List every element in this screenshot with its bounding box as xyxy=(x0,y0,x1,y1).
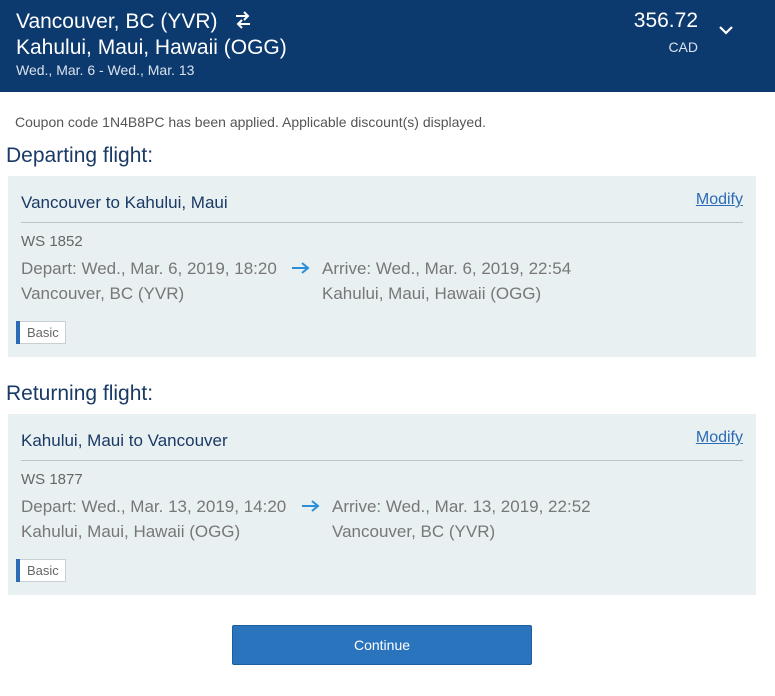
continue-button[interactable]: Continue xyxy=(232,625,532,665)
modify-departing-link[interactable]: Modify xyxy=(696,191,743,209)
fare-type-badge: Basic xyxy=(16,559,66,582)
arrive-time: Arrive: Wed., Mar. 6, 2019, 22:54 xyxy=(322,259,572,278)
flight-number: WS 1877 xyxy=(21,471,83,488)
divider xyxy=(21,460,743,461)
trip-summary-header: Vancouver, BC (YVR) Kahului, Maui, Hawai… xyxy=(0,0,775,92)
returning-section-title: Returning flight: xyxy=(6,382,154,405)
origin-city: Vancouver, BC (YVR) xyxy=(16,10,218,33)
depart-time: Depart: Wed., Mar. 13, 2019, 14:20 xyxy=(21,497,287,516)
price-currency: CAD xyxy=(668,39,698,55)
departing-section-title: Departing flight: xyxy=(6,144,154,167)
arrive-location: Vancouver, BC (YVR) xyxy=(332,522,496,541)
arrow-right-icon xyxy=(292,262,310,274)
arrive-time: Arrive: Wed., Mar. 13, 2019, 22:52 xyxy=(332,497,591,516)
trip-dates: Wed., Mar. 6 - Wed., Mar. 13 xyxy=(16,62,195,78)
swap-arrows-icon xyxy=(236,11,250,29)
arrive-location: Kahului, Maui, Hawaii (OGG) xyxy=(322,284,542,303)
depart-location: Kahului, Maui, Hawaii (OGG) xyxy=(21,522,241,541)
departing-route-title: Vancouver to Kahului, Maui xyxy=(21,193,228,212)
modify-returning-link[interactable]: Modify xyxy=(696,429,743,447)
departing-flight-card: Vancouver to Kahului, Maui Modify WS 185… xyxy=(8,176,756,357)
depart-time: Depart: Wed., Mar. 6, 2019, 18:20 xyxy=(21,259,277,278)
coupon-message: Coupon code 1N4B8PC has been applied. Ap… xyxy=(15,114,486,130)
returning-flight-card: Kahului, Maui to Vancouver Modify WS 187… xyxy=(8,414,756,595)
returning-route-title: Kahului, Maui to Vancouver xyxy=(21,431,228,450)
fare-type-badge: Basic xyxy=(16,321,66,344)
total-price: 356.72 xyxy=(633,9,698,32)
chevron-down-icon[interactable] xyxy=(718,22,734,38)
flight-number: WS 1852 xyxy=(21,233,83,250)
arrow-right-icon xyxy=(302,500,320,512)
depart-location: Vancouver, BC (YVR) xyxy=(21,284,185,303)
divider xyxy=(21,222,743,223)
destination-city: Kahului, Maui, Hawaii (OGG) xyxy=(16,36,287,59)
